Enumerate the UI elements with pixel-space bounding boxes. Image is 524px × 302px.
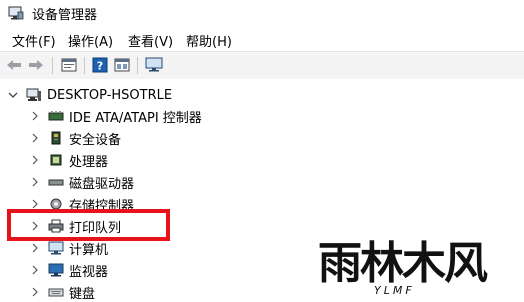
tree-item[interactable]: IDE ATA/ATAPI 控制器 <box>30 106 202 126</box>
collapsed-chevron-icon[interactable] <box>30 287 40 297</box>
back-arrow-icon[interactable] <box>5 56 23 74</box>
collapsed-chevron-icon[interactable] <box>30 199 40 209</box>
tree-item[interactable]: 存储控制器 <box>30 194 134 214</box>
toolbar: ? <box>0 51 524 80</box>
tree-item[interactable]: 磁盘驱动器 <box>30 172 134 192</box>
tree-item[interactable]: 监视器 <box>30 260 108 280</box>
computer-icon <box>48 241 64 255</box>
tree-root[interactable]: DESKTOP-HSOTRLE <box>8 85 172 105</box>
tree-item[interactable]: 键盘 <box>30 282 95 302</box>
forward-arrow-icon[interactable] <box>27 56 45 74</box>
collapsed-chevron-icon[interactable] <box>30 111 40 121</box>
menu-file[interactable]: 文件(F) <box>12 31 56 50</box>
printer-icon <box>48 219 64 233</box>
tree-item-label: 处理器 <box>69 154 109 170</box>
window-title: 设备管理器 <box>32 8 98 23</box>
toolbar-separator <box>52 57 53 74</box>
computer-root-icon <box>26 88 42 102</box>
collapsed-chevron-icon[interactable] <box>30 265 40 275</box>
tree-item-label: 监视器 <box>69 264 109 280</box>
tree-item[interactable]: 计算机 <box>30 238 108 258</box>
title-bar: 设备管理器 <box>0 0 524 26</box>
security-device-icon <box>48 131 64 145</box>
tree-item-label: 存储控制器 <box>69 198 135 214</box>
tree-item-label: 打印队列 <box>69 220 122 236</box>
show-hidden-icon[interactable] <box>113 56 131 74</box>
disk-drive-icon <box>48 175 64 189</box>
help-icon[interactable]: ? <box>91 56 109 74</box>
tree-item-print-queue[interactable]: 打印队列 <box>30 216 121 236</box>
ide-controller-icon <box>48 109 64 123</box>
toolbar-separator <box>137 57 138 74</box>
tree-item-label: 键盘 <box>69 286 96 302</box>
monitor-icon[interactable] <box>145 56 163 74</box>
keyboard-icon <box>48 285 64 299</box>
tree-item-label: 安全设备 <box>69 132 122 148</box>
monitor-icon <box>48 263 64 277</box>
tree-item[interactable]: 安全设备 <box>30 128 121 148</box>
tree-item-label: 计算机 <box>69 242 109 258</box>
collapsed-chevron-icon[interactable] <box>30 133 40 143</box>
menu-help[interactable]: 帮助(H) <box>186 31 232 50</box>
toolbar-separator <box>84 57 85 74</box>
menu-view[interactable]: 查看(V) <box>128 31 173 50</box>
collapsed-chevron-icon[interactable] <box>30 221 40 231</box>
tree-root-label: DESKTOP-HSOTRLE <box>47 87 173 103</box>
collapsed-chevron-icon[interactable] <box>30 155 40 165</box>
storage-controller-icon <box>48 197 64 211</box>
svg-text:?: ? <box>97 60 103 73</box>
properties-icon[interactable] <box>60 56 78 74</box>
processor-icon <box>48 153 64 167</box>
tree-item-label: IDE ATA/ATAPI 控制器 <box>69 110 202 126</box>
collapsed-chevron-icon[interactable] <box>30 177 40 187</box>
device-manager-icon <box>8 5 24 20</box>
tree-item[interactable]: 处理器 <box>30 150 108 170</box>
menu-action[interactable]: 操作(A) <box>68 31 113 50</box>
menu-bar: 文件(F) 操作(A) 查看(V) 帮助(H) <box>0 28 524 50</box>
tree-item-label: 磁盘驱动器 <box>69 176 135 192</box>
collapsed-chevron-icon[interactable] <box>30 243 40 253</box>
expanded-chevron-icon[interactable] <box>8 90 18 100</box>
